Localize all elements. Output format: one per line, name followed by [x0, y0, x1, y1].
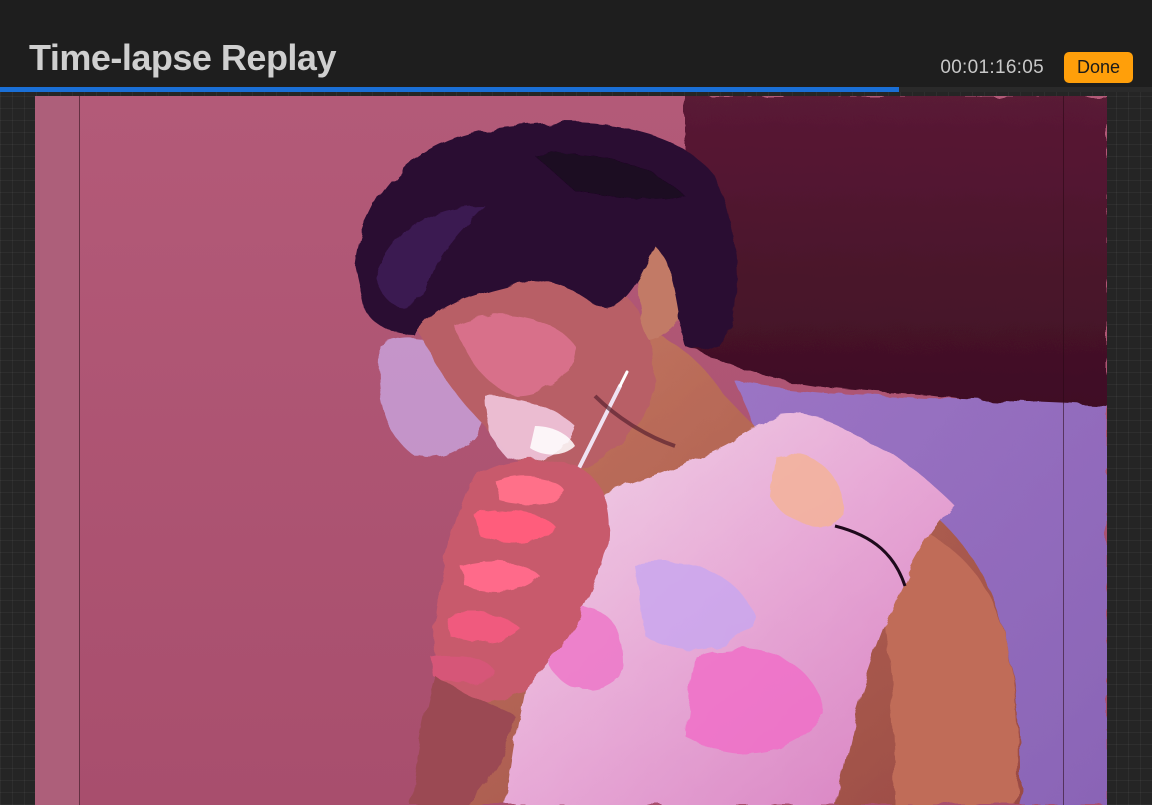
- right-guide-line: [1063, 96, 1064, 805]
- timelapse-replay-screen: Time-lapse Replay 00:01:16:05 Done: [0, 0, 1152, 805]
- top-bar: Time-lapse Replay 00:01:16:05 Done: [0, 0, 1152, 87]
- page-title: Time-lapse Replay: [29, 37, 336, 78]
- timecode-readout: 00:01:16:05: [940, 57, 1044, 78]
- done-button[interactable]: Done: [1064, 52, 1133, 83]
- canvas-left-margin: [35, 96, 80, 805]
- painting-canvas[interactable]: [35, 96, 1107, 805]
- left-guide-line: [79, 96, 80, 805]
- painting-artwork: [35, 96, 1107, 805]
- playback-scrubber[interactable]: [0, 87, 1152, 92]
- playback-progress-fill: [0, 87, 899, 92]
